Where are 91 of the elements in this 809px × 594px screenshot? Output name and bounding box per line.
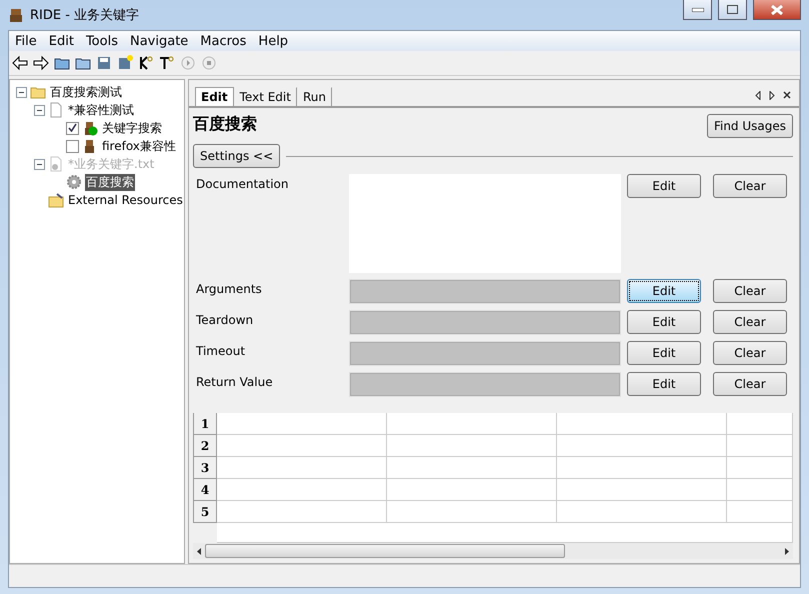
setting-field[interactable] — [349, 279, 621, 304]
row-header[interactable]: 2 — [193, 435, 217, 457]
grid-cell[interactable] — [557, 479, 727, 501]
grid-cell[interactable] — [217, 413, 387, 435]
grid-cell[interactable] — [217, 435, 387, 457]
close-button[interactable] — [753, 0, 801, 20]
clear-button[interactable]: Clear — [713, 279, 787, 303]
tree-item[interactable]: 关键字搜索 — [101, 120, 163, 136]
find-usages-button[interactable]: Find Usages — [706, 114, 793, 138]
clear-button[interactable]: Clear — [713, 372, 787, 396]
close-icon[interactable] — [783, 91, 791, 99]
row-header[interactable]: 4 — [193, 479, 217, 501]
grid-cell[interactable] — [727, 457, 793, 479]
folder-wrench-icon — [48, 192, 64, 208]
menu-item[interactable]: Navigate — [124, 34, 194, 48]
setting-field[interactable] — [349, 372, 621, 397]
save-all-icon[interactable] — [117, 55, 133, 71]
grid-cell[interactable] — [727, 479, 793, 501]
grid-cell[interactable] — [217, 479, 387, 501]
edit-button[interactable]: Edit — [627, 372, 701, 396]
grid-cell[interactable] — [557, 435, 727, 457]
grid-cell[interactable] — [387, 501, 557, 523]
checkbox[interactable] — [66, 122, 79, 134]
grid-cell[interactable] — [217, 457, 387, 479]
grid-cell[interactable] — [217, 501, 387, 523]
tree-item[interactable]: External Resources — [67, 193, 184, 207]
edit-button[interactable]: Edit — [627, 310, 701, 334]
clear-button[interactable]: Clear — [713, 174, 787, 198]
collapse-toggle[interactable] — [16, 86, 27, 98]
grid-cell[interactable] — [387, 435, 557, 457]
menu-item[interactable]: Edit — [42, 34, 80, 48]
close-icon — [771, 4, 783, 14]
file-icon — [48, 102, 64, 118]
edit-button[interactable]: Edit — [627, 174, 701, 198]
arrow-left-icon[interactable] — [12, 55, 28, 71]
setting-label: Teardown — [195, 312, 254, 327]
clear-button[interactable]: Clear — [713, 341, 787, 365]
tab[interactable]: Edit — [195, 87, 234, 106]
window-title: RIDE - 业务关键字 — [30, 7, 140, 24]
collapse-toggle[interactable] — [34, 104, 45, 116]
stop-icon[interactable] — [201, 55, 217, 71]
edit-button[interactable]: Edit — [627, 341, 701, 365]
grid-cell[interactable] — [727, 435, 793, 457]
minimize-button[interactable] — [683, 0, 712, 20]
minimize-icon — [692, 8, 704, 12]
tab[interactable]: Run — [296, 87, 332, 106]
file-gear-icon — [48, 156, 64, 172]
maximize-icon — [727, 5, 738, 14]
tree-item[interactable]: *兼容性测试 — [67, 102, 135, 118]
triangle-left-icon[interactable] — [755, 90, 761, 100]
tree-item[interactable]: 百度搜索测试 — [49, 84, 123, 100]
clear-button[interactable]: Clear — [713, 310, 787, 334]
save-icon[interactable] — [96, 55, 112, 71]
grid-cell[interactable] — [387, 479, 557, 501]
arrow-right-icon[interactable] — [33, 55, 49, 71]
grid-cell[interactable] — [387, 457, 557, 479]
grid-cell[interactable] — [557, 501, 727, 523]
scroll-left-icon[interactable] — [197, 548, 201, 554]
grid-cell[interactable] — [557, 457, 727, 479]
settings-toggle-button[interactable]: Settings << — [193, 144, 280, 168]
grid-cell[interactable] — [727, 501, 793, 523]
keyword-title: 百度搜索 — [193, 114, 257, 135]
menu-item[interactable]: Help — [252, 34, 294, 48]
row-header[interactable]: 3 — [193, 457, 217, 479]
scroll-right-icon[interactable] — [785, 548, 789, 554]
run-icon[interactable] — [180, 55, 196, 71]
tab[interactable]: Text Edit — [234, 87, 297, 106]
setting-label: Documentation — [195, 176, 290, 191]
keyword-search-icon[interactable] — [138, 55, 154, 71]
setting-field[interactable] — [349, 310, 621, 335]
triangle-right-icon[interactable] — [769, 90, 775, 100]
row-header[interactable]: 5 — [193, 501, 217, 523]
maximize-button[interactable] — [718, 0, 747, 20]
test-search-icon[interactable] — [159, 55, 175, 71]
grid-cell[interactable] — [557, 413, 727, 435]
edit-button[interactable]: Edit — [627, 279, 701, 303]
setting-label: Arguments — [195, 281, 263, 296]
menu-item[interactable]: Macros — [194, 34, 252, 48]
setting-label: Return Value — [195, 374, 274, 389]
checkbox[interactable] — [66, 140, 79, 152]
grid-cell[interactable] — [727, 413, 793, 435]
tree-item[interactable]: firefox兼容性 — [101, 138, 177, 154]
setting-label: Timeout — [195, 343, 246, 358]
gear-icon — [66, 174, 82, 190]
menu-item[interactable]: Tools — [80, 34, 124, 48]
horizontal-scrollbar[interactable] — [193, 543, 793, 559]
app-icon — [8, 7, 24, 23]
grid-cell[interactable] — [387, 413, 557, 435]
row-header[interactable]: 1 — [193, 413, 217, 435]
menu-item[interactable]: File — [9, 34, 43, 48]
setting-field[interactable] — [349, 341, 621, 366]
